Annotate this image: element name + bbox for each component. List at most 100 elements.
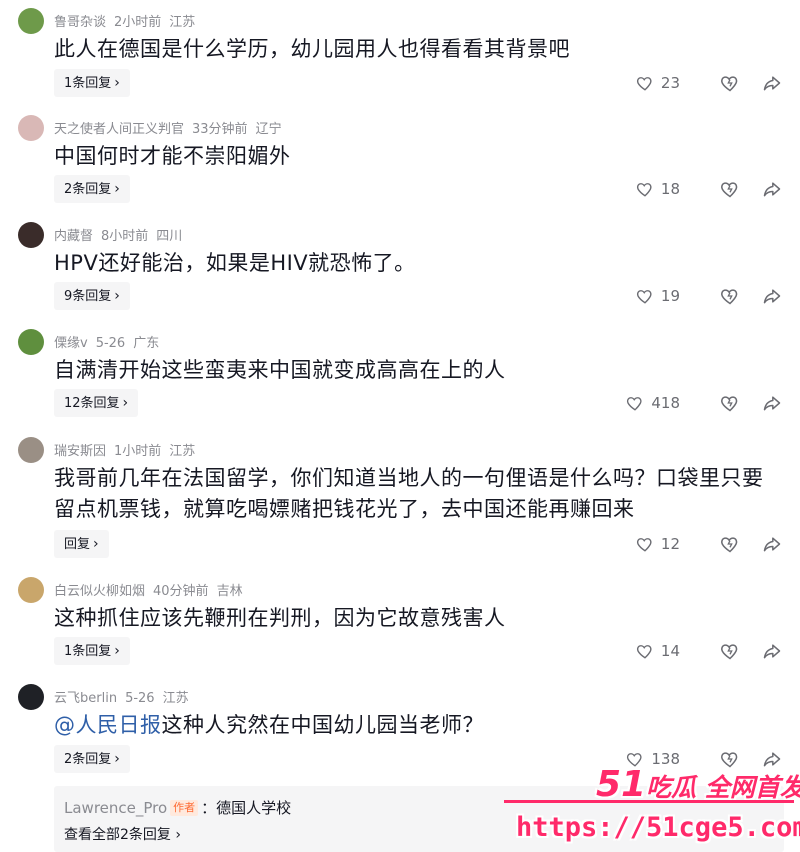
dislike-heart-icon[interactable] — [720, 393, 740, 413]
location: 四川 — [156, 229, 183, 244]
like-count: 14 — [660, 642, 680, 660]
dislike-heart-icon[interactable] — [720, 179, 740, 199]
location: 广东 — [133, 336, 160, 351]
chevron-right-icon: › — [114, 288, 120, 304]
comment-actions: 19 — [636, 282, 782, 310]
comment-text: HPV还好能治，如果是HIV就恐怖了。 — [54, 251, 416, 275]
heart-icon — [636, 538, 652, 552]
view-replies-button[interactable]: 2条回复 › — [54, 175, 130, 203]
dislike-heart-icon[interactable] — [720, 73, 740, 93]
replies-label: 9条回复 — [64, 289, 112, 304]
share-icon[interactable] — [762, 534, 782, 554]
view-replies-button[interactable]: 回复 › — [54, 530, 109, 558]
username[interactable]: 瑞安斯因 — [54, 444, 106, 459]
username[interactable]: 云飞berlin — [54, 691, 117, 706]
chevron-right-icon: › — [114, 643, 120, 659]
replies-label: 1条回复 — [64, 76, 112, 91]
heart-icon — [636, 290, 652, 304]
dislike-heart-icon[interactable] — [720, 534, 740, 554]
avatar[interactable] — [18, 437, 44, 463]
share-icon[interactable] — [762, 641, 782, 661]
like-button[interactable]: 19 — [636, 287, 680, 305]
comment-meta: 鲁哥杂谈 2小时前 江苏 — [54, 11, 203, 30]
view-replies-button[interactable]: 1条回复 › — [54, 637, 130, 665]
mention-link[interactable]: @人民日报 — [54, 713, 162, 737]
view-replies-button[interactable]: 12条回复 › — [54, 389, 139, 417]
avatar[interactable] — [18, 577, 44, 603]
username[interactable]: 白云似火柳如烟 — [54, 584, 145, 599]
comment-text: 我哥前几年在法国留学，你们知道当地人的一句俚语是什么吗？口袋里只要留点机票钱，就… — [54, 466, 764, 521]
like-count: 19 — [660, 287, 680, 305]
view-replies-button[interactable]: 2条回复 › — [54, 745, 130, 773]
share-icon[interactable] — [762, 73, 782, 93]
location: 江苏 — [169, 444, 196, 459]
like-button[interactable]: 14 — [636, 642, 680, 660]
timestamp: 5-26 — [125, 691, 155, 706]
heart-icon — [627, 397, 642, 411]
view-replies-button[interactable]: 9条回复 › — [54, 282, 130, 310]
avatar[interactable] — [18, 115, 44, 141]
comment-body: 这种人究然在中国幼儿园当老师？ — [161, 713, 484, 737]
watermark-text: 吃瓜 全网首发 — [646, 773, 800, 802]
chevron-right-icon: › — [170, 827, 181, 843]
comment-meta: 内藏督 8小时前 四川 — [54, 225, 190, 244]
timestamp: 5-26 — [95, 336, 126, 351]
like-button[interactable]: 18 — [636, 180, 680, 198]
like-button[interactable]: 23 — [636, 74, 680, 92]
watermark-underline — [504, 800, 794, 803]
heart-icon — [636, 645, 652, 659]
share-icon[interactable] — [762, 179, 782, 199]
avatar[interactable] — [18, 8, 44, 34]
author-badge: 作者 — [170, 800, 199, 816]
location: 辽宁 — [255, 122, 282, 137]
timestamp: 1小时前 — [114, 444, 162, 459]
view-replies-button[interactable]: 1条回复 › — [54, 69, 130, 97]
location: 吉林 — [216, 584, 243, 599]
comment-meta: 白云似火柳如烟 40分钟前 吉林 — [54, 580, 251, 599]
like-button[interactable]: 12 — [636, 535, 680, 553]
chevron-right-icon: › — [114, 751, 120, 767]
username[interactable]: 鲁哥杂谈 — [54, 15, 106, 30]
chevron-right-icon: › — [114, 75, 120, 91]
location: 江苏 — [162, 691, 189, 706]
avatar[interactable] — [18, 222, 44, 248]
comment-actions: 418 — [626, 389, 782, 417]
replies-label: 2条回复 — [64, 752, 112, 767]
view-all-label: 查看全部2条回复 — [64, 827, 171, 843]
author-reply-text: ：德国人学校 — [201, 799, 292, 817]
avatar[interactable] — [18, 684, 44, 710]
share-icon[interactable] — [762, 286, 782, 306]
author-name[interactable]: Lawrence_Pro — [64, 799, 167, 817]
username[interactable]: 内藏督 — [54, 229, 93, 244]
avatar[interactable] — [18, 329, 44, 355]
dislike-heart-icon[interactable] — [720, 286, 740, 306]
timestamp: 2小时前 — [114, 15, 162, 30]
like-button[interactable]: 418 — [626, 394, 680, 412]
comment-meta: 天之使者人间正义判官 33分钟前 辽宁 — [54, 118, 290, 137]
chevron-right-icon: › — [114, 181, 120, 197]
comment-text: 此人在德国是什么学历，幼儿园用人也得看看其背景吧 — [54, 37, 570, 61]
like-count: 418 — [651, 394, 680, 412]
dislike-heart-icon[interactable] — [720, 641, 740, 661]
comment-meta: 云飞berlin 5-26 江苏 — [54, 687, 197, 706]
username[interactable]: 傈缘v — [54, 336, 88, 351]
timestamp: 40分钟前 — [153, 584, 209, 599]
comment-actions: 12 — [636, 530, 782, 558]
like-count: 23 — [660, 74, 680, 92]
replies-label: 12条回复 — [64, 396, 120, 411]
watermark-title: 51吃瓜 全网首发 — [596, 764, 800, 805]
comment-actions: 14 — [636, 637, 782, 665]
like-count: 18 — [660, 180, 680, 198]
replies-label: 回复 — [64, 537, 91, 552]
watermark-number: 51 — [596, 764, 647, 805]
location: 江苏 — [169, 15, 196, 30]
comment-text: 自满清开始这些蛮夷来中国就变成高高在上的人 — [54, 358, 506, 382]
username[interactable]: 天之使者人间正义判官 — [54, 122, 184, 137]
comment-actions: 23 — [636, 69, 782, 97]
like-count: 12 — [660, 535, 680, 553]
chevron-right-icon: › — [122, 395, 129, 411]
view-all-replies-link[interactable]: 查看全部2条回复 › — [64, 824, 181, 844]
share-icon[interactable] — [762, 393, 782, 413]
author-reply-line: Lawrence_Pro 作者 ：德国人学校 — [64, 797, 291, 818]
comment-actions: 18 — [636, 175, 782, 203]
